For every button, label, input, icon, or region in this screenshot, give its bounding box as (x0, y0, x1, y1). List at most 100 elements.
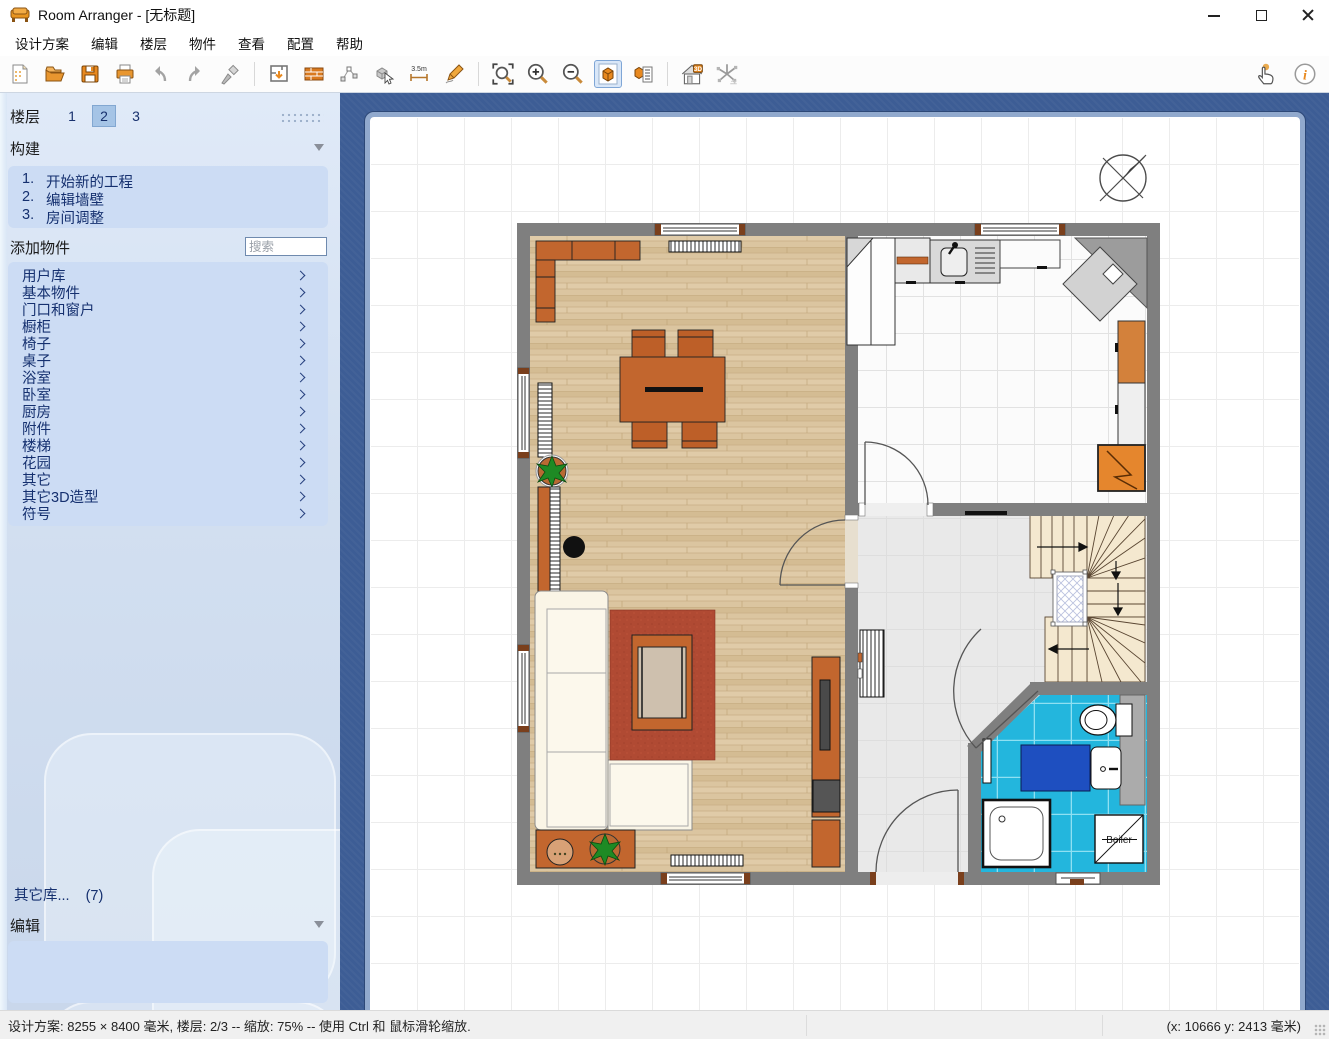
undo-icon[interactable] (146, 60, 174, 88)
drawing-canvas[interactable]: Boiler (340, 93, 1329, 1010)
menu-view[interactable]: 查看 (227, 30, 276, 56)
piano[interactable] (538, 487, 560, 593)
category-item[interactable]: 其它3D造型 (8, 488, 328, 505)
collapse-triangle-icon[interactable] (314, 144, 324, 151)
menu-objects[interactable]: 物件 (178, 30, 227, 56)
new-document-icon[interactable] (6, 60, 34, 88)
toilet[interactable] (1080, 704, 1132, 736)
app-logo-sofa-icon (10, 7, 30, 23)
close-icon[interactable] (1301, 8, 1315, 22)
sideboard-bottom[interactable] (536, 830, 635, 868)
floor-tab-2[interactable]: 2 (92, 105, 116, 127)
chevron-right-icon (296, 492, 306, 502)
pan-hand-icon[interactable] (1253, 60, 1281, 88)
category-item[interactable]: 椅子 (8, 335, 328, 352)
category-item[interactable]: 符号 (8, 505, 328, 522)
status-plan-info: 设计方案: 8255 × 8400 毫米, 楼层: 2/3 -- 缩放: 75%… (0, 1016, 471, 1035)
build-step-new-project[interactable]: 1. 开始新的工程 (22, 171, 328, 189)
category-item[interactable]: 卧室 (8, 386, 328, 403)
build-section-header[interactable]: 构建 (0, 135, 340, 161)
kitchen-sink[interactable] (930, 240, 1000, 283)
edit-section-header[interactable]: 编辑 (0, 912, 340, 938)
format-brush-icon[interactable] (216, 60, 244, 88)
boiler[interactable]: Boiler (1095, 815, 1143, 863)
tv-screen (820, 680, 830, 750)
piano-stool[interactable] (563, 536, 585, 558)
draw-wall-icon[interactable] (300, 60, 328, 88)
category-item[interactable]: 桌子 (8, 352, 328, 369)
maximize-icon[interactable] (1254, 8, 1268, 22)
view-3d-icon[interactable] (594, 60, 622, 88)
category-item[interactable]: 楼梯 (8, 437, 328, 454)
sidebar-edge (0, 93, 7, 1010)
category-item[interactable]: 花园 (8, 454, 328, 471)
menu-settings[interactable]: 配置 (276, 30, 325, 56)
category-item[interactable]: 门口和窗户 (8, 301, 328, 318)
bathroom-radiator (983, 739, 991, 783)
search-input[interactable] (245, 237, 327, 256)
compass-icon[interactable] (1097, 152, 1149, 204)
hallway-radiator[interactable] (858, 630, 884, 697)
tv-cabinet[interactable] (812, 657, 840, 867)
zoom-out-icon[interactable] (559, 60, 587, 88)
zoom-in-icon[interactable] (524, 60, 552, 88)
menu-design[interactable]: 设计方案 (4, 30, 80, 56)
floor-tab-3[interactable]: 3 (124, 105, 148, 127)
minimize-icon[interactable] (1207, 8, 1221, 22)
floors-row: 楼层 1 2 3 (0, 103, 340, 129)
category-item[interactable]: 浴室 (8, 369, 328, 386)
floor-tab-1[interactable]: 1 (60, 105, 84, 127)
floor-plan[interactable]: Boiler (517, 223, 1160, 885)
print-icon[interactable] (111, 60, 139, 88)
more-libraries-link[interactable]: 其它库...(7) (14, 884, 103, 905)
chevron-right-icon (296, 339, 306, 349)
drag-grip-icon[interactable] (280, 112, 324, 123)
window-title: Room Arranger - [无标题] (38, 5, 195, 25)
chevron-right-icon (296, 407, 306, 417)
draw-room-icon[interactable] (265, 60, 293, 88)
status-divider (806, 1015, 807, 1036)
radiator-left (538, 383, 552, 457)
build-step-adjust-rooms[interactable]: 3. 房间调整 (22, 207, 328, 225)
walkthrough-3d-icon[interactable]: 3D (678, 60, 706, 88)
collapse-triangle-icon[interactable] (314, 921, 324, 928)
open-file-icon[interactable] (41, 60, 69, 88)
object-categories-panel: 用户库 基本物件 门口和窗户 橱柜 椅子 桌子 浴室 卧室 厨房 附件 楼梯 花… (8, 262, 328, 526)
explode-view-icon[interactable] (713, 60, 741, 88)
menu-edit[interactable]: 编辑 (80, 30, 129, 56)
edit-points-icon[interactable] (335, 60, 363, 88)
resize-grip-icon[interactable] (1314, 1024, 1326, 1036)
plant-pot[interactable] (536, 455, 568, 487)
window-top-kitchen (975, 224, 1065, 235)
insert-object-icon[interactable] (370, 60, 398, 88)
redo-icon[interactable] (181, 60, 209, 88)
menu-bar: 设计方案 编辑 楼层 物件 查看 配置 帮助 (0, 30, 1329, 56)
counter (1000, 240, 1060, 268)
menu-help[interactable]: 帮助 (325, 30, 374, 56)
coffee-table[interactable] (632, 635, 692, 730)
category-item[interactable]: 橱柜 (8, 318, 328, 335)
category-item[interactable]: 厨房 (8, 403, 328, 420)
draw-pencil-icon[interactable] (440, 60, 468, 88)
bathroom-sink[interactable] (1091, 747, 1121, 789)
chevron-right-icon (296, 305, 306, 315)
toolbar-separator (667, 62, 668, 86)
save-icon[interactable] (76, 60, 104, 88)
category-item[interactable]: 附件 (8, 420, 328, 437)
cabinet-right-upper (1118, 321, 1145, 383)
orange-appliance[interactable] (1098, 445, 1145, 491)
shower-tray[interactable] (983, 800, 1050, 867)
info-icon[interactable]: i (1291, 60, 1319, 88)
zoom-fit-icon[interactable] (489, 60, 517, 88)
measure-icon[interactable]: 3.5m (405, 60, 433, 88)
title-bar: Room Arranger - [无标题] (0, 0, 1329, 30)
menu-floors[interactable]: 楼层 (129, 30, 178, 56)
bathtub[interactable] (1021, 745, 1090, 791)
window-bottom-living (661, 873, 750, 884)
radiator-bottom (671, 855, 743, 866)
window-left-upper (518, 368, 529, 458)
object-list-3d-icon[interactable] (629, 60, 657, 88)
chevron-right-icon (296, 390, 306, 400)
chevron-right-icon (296, 441, 306, 451)
build-step-edit-walls[interactable]: 2. 编辑墙壁 (22, 189, 328, 207)
